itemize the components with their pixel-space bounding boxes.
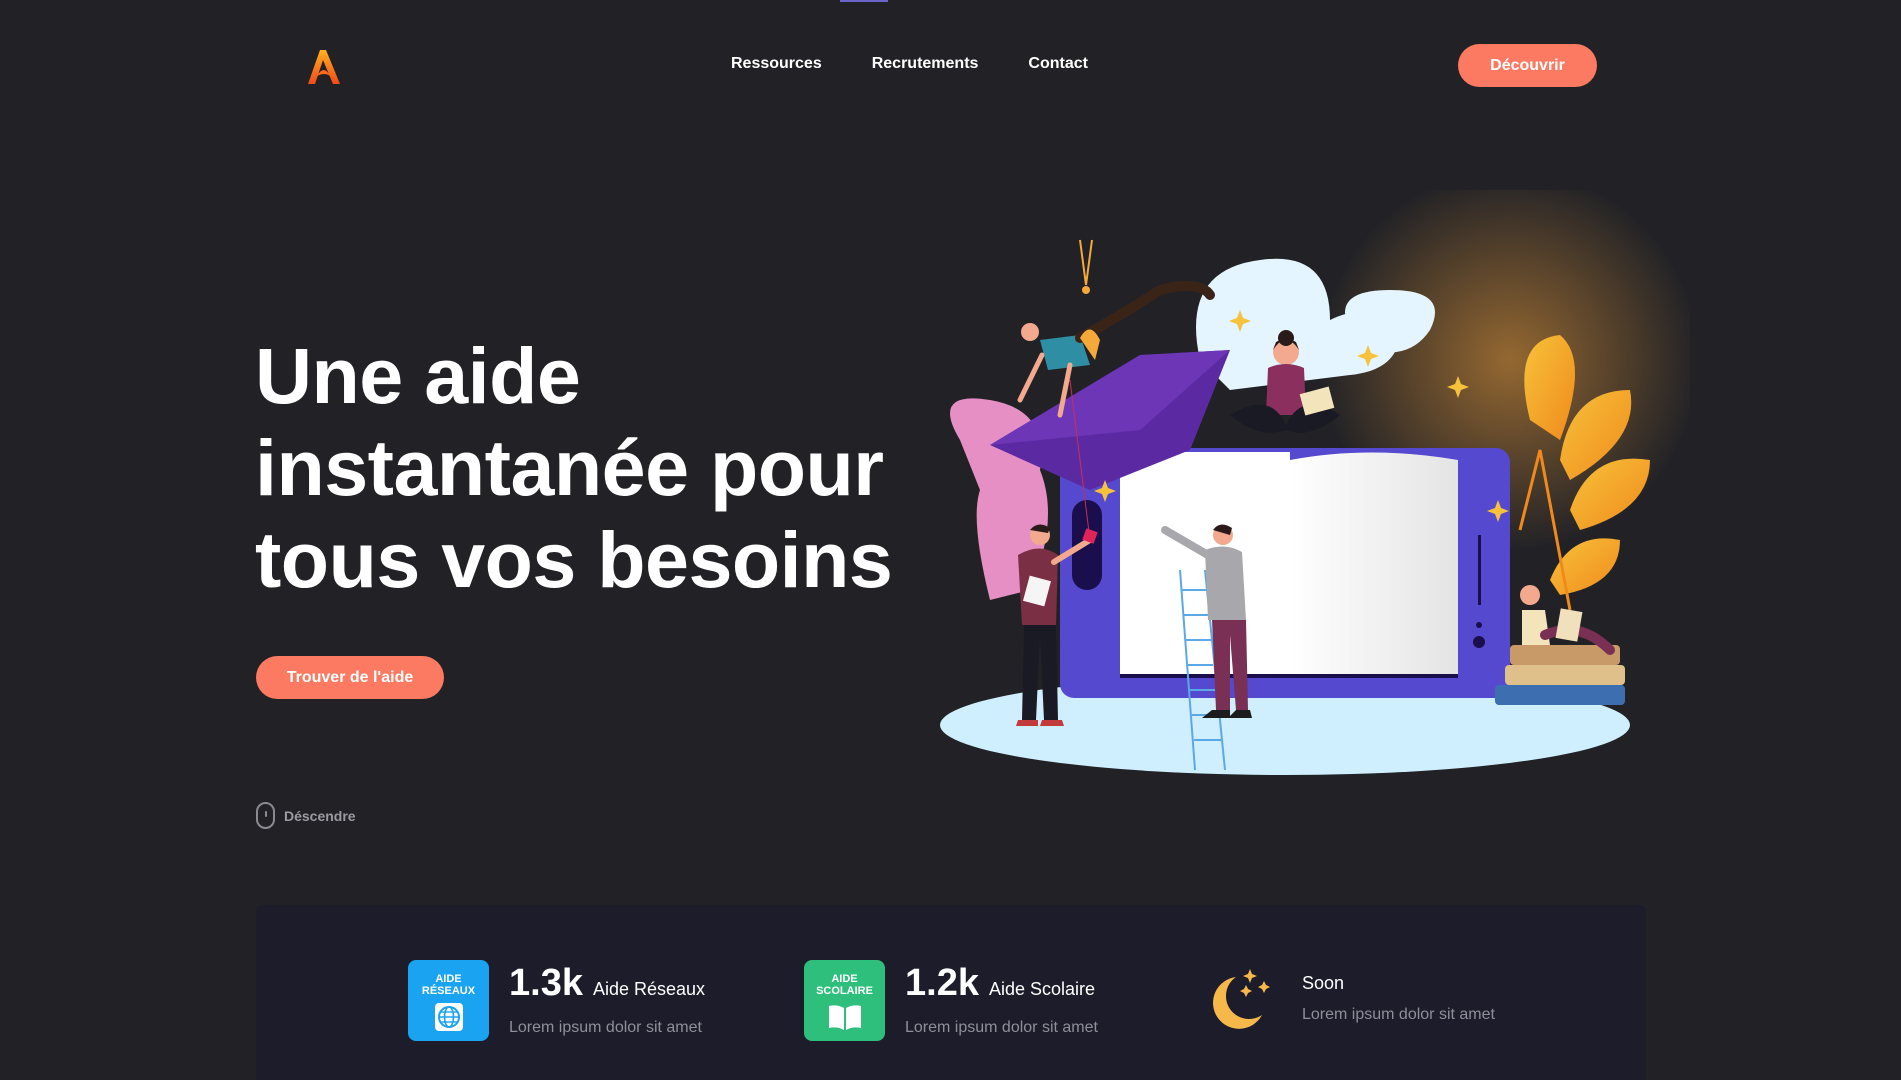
globe-icon xyxy=(434,1003,463,1031)
stat-description: Lorem ipsum dolor sit amet xyxy=(1302,1006,1495,1023)
book-left-page xyxy=(1120,452,1290,675)
stat-item-soon: Soon Lorem ipsum dolor sit amet xyxy=(1206,965,1495,1037)
find-help-button[interactable]: Trouver de l'aide xyxy=(256,656,444,699)
stat-label: Aide Réseaux xyxy=(592,979,706,999)
scroll-down-label: Déscendre xyxy=(284,807,356,824)
hero-title-line: tous vos besoins xyxy=(255,515,893,604)
badge-line: AIDE xyxy=(435,973,462,985)
book-right-page xyxy=(1290,452,1458,675)
scroll-down-link[interactable]: Déscendre xyxy=(256,802,356,829)
stat-label: Aide Scolaire xyxy=(988,979,1096,999)
moon-stars-icon xyxy=(1213,969,1270,1029)
hero-title-line: Une aide xyxy=(255,331,581,420)
man-on-books xyxy=(1495,585,1625,705)
main-nav: Ressources Recrutements Contact xyxy=(731,55,1088,73)
stats-panel: AIDE RÉSEAUX 1.3k Aide Réseaux Lorem ips… xyxy=(256,905,1646,1080)
hero-title-line: instantanée pour xyxy=(255,423,884,512)
mouse-icon xyxy=(256,802,275,829)
nav-link-ressources[interactable]: Ressources xyxy=(731,55,822,73)
site-header: Ressources Recrutements Contact Découvri… xyxy=(0,0,1901,130)
discover-button[interactable]: Découvrir xyxy=(1458,44,1597,87)
hero-title: Une aide instantanée pour tous vos besoi… xyxy=(255,330,895,606)
nav-link-contact[interactable]: Contact xyxy=(1028,55,1088,73)
stat-description: Lorem ipsum dolor sit amet xyxy=(905,1019,1098,1036)
badge-aide-scolaire: AIDE SCOLAIRE xyxy=(804,960,885,1041)
stat-description: Lorem ipsum dolor sit amet xyxy=(509,1019,702,1036)
stat-value: 1.2k xyxy=(905,962,979,1004)
education-illustration xyxy=(940,190,1690,775)
book-icon xyxy=(828,1005,861,1030)
badge-aide-reseaux: AIDE RÉSEAUX xyxy=(408,960,489,1041)
stat-value: 1.3k xyxy=(509,962,583,1004)
flame-a-logo[interactable] xyxy=(304,46,344,86)
badge-line: SCOLAIRE xyxy=(816,985,873,997)
nav-link-recrutements[interactable]: Recrutements xyxy=(872,55,979,73)
badge-line: RÉSEAUX xyxy=(421,985,476,997)
stat-item-scolaire: AIDE SCOLAIRE 1.2k Aide Scolaire Lorem i… xyxy=(804,960,1098,1041)
stat-item-reseaux: AIDE RÉSEAUX 1.3k Aide Réseaux Lorem ips… xyxy=(408,960,705,1041)
badge-line: AIDE xyxy=(831,973,858,985)
stat-label: Soon xyxy=(1302,973,1345,993)
